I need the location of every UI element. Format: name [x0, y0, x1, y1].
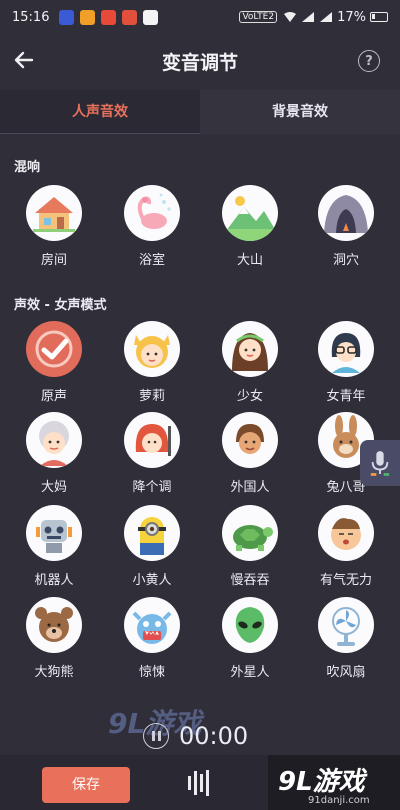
effect-item-young-girl[interactable]: 少女: [210, 321, 290, 404]
granny-icon: [26, 412, 82, 468]
glasses-woman-icon: [318, 321, 374, 377]
tab-divider: [0, 133, 200, 134]
battery-icon: [370, 12, 388, 22]
effect-label: 外星人: [230, 665, 270, 680]
effect-label: 外国人: [230, 480, 270, 495]
effect-item-fan[interactable]: 吹风扇: [306, 597, 386, 680]
check-icon: [26, 321, 82, 377]
section-title-reverb: 混响: [14, 160, 41, 175]
effect-label: 少女: [236, 389, 263, 404]
effect-item-bear[interactable]: 大狗熊: [14, 597, 94, 680]
effect-label: 浴室: [138, 253, 165, 268]
effect-item-mountain[interactable]: 大山: [210, 185, 290, 268]
notification-icon: [80, 9, 96, 25]
effect-label: 大山: [236, 253, 263, 268]
fan-icon: [318, 597, 374, 653]
effect-item-thriller[interactable]: 惊悚: [112, 597, 192, 680]
effect-item-alien[interactable]: 外星人: [210, 597, 290, 680]
effect-label: 大狗熊: [34, 665, 74, 680]
battery-percent: 17%: [337, 9, 366, 25]
mountain-icon: [222, 185, 278, 241]
effect-label: 有气无力: [319, 573, 372, 588]
bear-icon: [26, 597, 82, 653]
brand-watermark: 9L游戏 91danji.com: [268, 755, 400, 810]
effect-item-cave[interactable]: 洞穴: [306, 185, 386, 268]
sleepy-face-icon: [318, 505, 374, 561]
effect-item-auntie[interactable]: 大妈: [14, 412, 94, 495]
notification-icon: [101, 9, 117, 25]
turtle-icon: [222, 505, 278, 561]
brand-url: 91danji.com: [308, 795, 370, 806]
notification-icon: [143, 9, 159, 25]
wifi-icon: [284, 12, 297, 22]
effect-label: 洞穴: [332, 253, 359, 268]
effect-item-slow[interactable]: 慢吞吞: [210, 505, 290, 588]
effect-label: 小黄人: [132, 573, 172, 588]
effect-item-robot[interactable]: 机器人: [14, 505, 94, 588]
effect-item-original[interactable]: 原声: [14, 321, 94, 404]
effect-item-loli[interactable]: 萝莉: [112, 321, 192, 404]
tab-voice-effects[interactable]: 人声音效: [0, 90, 200, 134]
effect-item-lower-pitch[interactable]: 降个调: [112, 412, 192, 495]
brand-logo: 9L游戏: [278, 767, 365, 797]
effect-label: 吹风扇: [326, 665, 366, 680]
minion-icon: [124, 505, 180, 561]
effect-label: 女青年: [326, 389, 366, 404]
effect-item-young-woman[interactable]: 女青年: [306, 321, 386, 404]
redhead-icon: [124, 412, 180, 468]
cave-icon: [318, 185, 374, 241]
girl-cat-ears-icon: [124, 321, 180, 377]
monster-icon: [124, 597, 180, 653]
effect-label: 惊悚: [138, 665, 165, 680]
alien-icon: [222, 597, 278, 653]
tab-background-effects[interactable]: 背景音效: [200, 90, 400, 134]
effect-label: 降个调: [132, 480, 172, 495]
page-title: 变音调节: [161, 51, 238, 74]
young-woman-icon: [222, 321, 278, 377]
header: 变音调节 ?: [0, 34, 400, 88]
effect-item-foreigner[interactable]: 外国人: [210, 412, 290, 495]
effect-item-weak[interactable]: 有气无力: [306, 505, 386, 588]
effect-label: 慢吞吞: [230, 573, 270, 588]
effect-label: 机器人: [34, 573, 74, 588]
floating-mic-button[interactable]: [360, 440, 400, 486]
notification-icon: [59, 9, 75, 25]
house-icon: [26, 185, 82, 241]
effect-label: 房间: [40, 253, 67, 268]
microphone-icon: [370, 451, 390, 476]
help-icon[interactable]: ?: [358, 50, 380, 72]
robot-icon: [26, 505, 82, 561]
signal-icon: [302, 12, 315, 22]
effect-label: 大妈: [40, 480, 67, 495]
foreigner-icon: [222, 412, 278, 468]
save-button[interactable]: 保存: [42, 767, 130, 803]
tab-bar: 人声音效 背景音效: [0, 90, 400, 134]
signal-icon: [320, 12, 333, 22]
status-bar: 15:16 VoLTE2 17%: [0, 0, 400, 34]
waveform-icon[interactable]: [185, 768, 215, 798]
status-time: 15:16: [12, 9, 50, 25]
effect-item-minion[interactable]: 小黄人: [112, 505, 192, 588]
effect-item-bathroom[interactable]: 浴室: [112, 185, 192, 268]
timer-text: 00:00: [179, 722, 249, 750]
player-timer: 00:00: [143, 722, 248, 750]
network-label: VoLTE2: [239, 11, 278, 23]
flamingo-icon: [124, 185, 180, 241]
effect-label: 原声: [40, 389, 67, 404]
effect-item-room[interactable]: 房间: [14, 185, 94, 268]
back-arrow-icon[interactable]: [12, 48, 36, 72]
pause-icon[interactable]: [143, 723, 169, 749]
notification-icon: [122, 9, 138, 25]
effect-label: 萝莉: [138, 389, 165, 404]
section-title-voice: 声效 - 女声模式: [14, 298, 107, 313]
